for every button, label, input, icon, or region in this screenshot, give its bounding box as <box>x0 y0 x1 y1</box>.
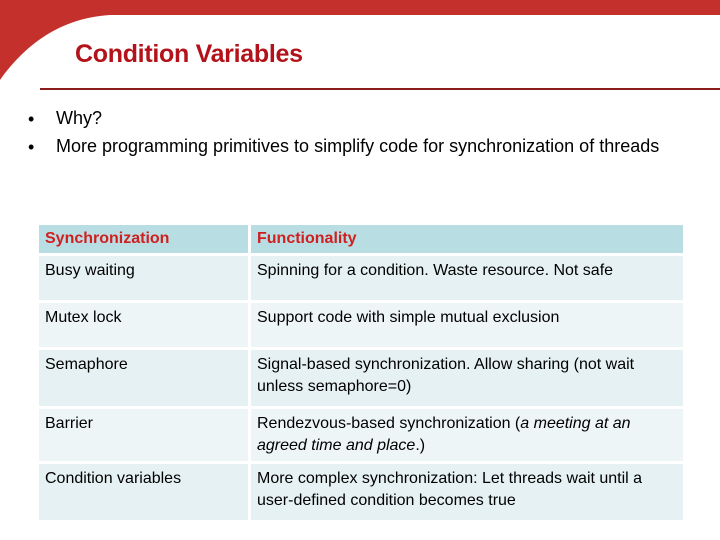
bullet-item: • Why? <box>28 106 708 130</box>
cell-name: Mutex lock <box>39 303 248 347</box>
cell-name: Barrier <box>39 409 248 461</box>
cell-desc: Signal-based synchronization. Allow shar… <box>251 350 683 406</box>
table-row: Condition variables More complex synchro… <box>39 464 683 520</box>
cell-desc: More complex synchronization: Let thread… <box>251 464 683 520</box>
column-header-functionality: Functionality <box>251 225 683 253</box>
cell-name: Condition variables <box>39 464 248 520</box>
cell-desc: Rendezvous-based synchronization (a meet… <box>251 409 683 461</box>
bullet-icon: • <box>28 109 35 129</box>
bullet-text: More programming primitives to simplify … <box>56 136 660 156</box>
table-row: Busy waiting Spinning for a condition. W… <box>39 256 683 300</box>
synchronization-table: Synchronization Functionality Busy waiti… <box>36 222 686 523</box>
bullet-list: • Why? • More programming primitives to … <box>28 106 708 158</box>
bullet-text: Why? <box>56 108 103 128</box>
table-row: Mutex lock Support code with simple mutu… <box>39 303 683 347</box>
cell-desc: Support code with simple mutual exclusio… <box>251 303 683 347</box>
table-row: Barrier Rendezvous-based synchronization… <box>39 409 683 461</box>
bullet-icon: • <box>28 137 35 157</box>
cell-desc: Spinning for a condition. Waste resource… <box>251 256 683 300</box>
bullet-item: • More programming primitives to simplif… <box>28 134 708 158</box>
cell-desc-text: Rendezvous-based synchronization ( <box>257 415 521 432</box>
table-row: Semaphore Signal-based synchronization. … <box>39 350 683 406</box>
slide-title: Condition Variables <box>75 40 303 68</box>
title-underline <box>40 88 720 90</box>
cell-name: Semaphore <box>39 350 248 406</box>
cell-desc-text-end: .) <box>415 437 426 454</box>
table-header-row: Synchronization Functionality <box>39 225 683 253</box>
cell-name: Busy waiting <box>39 256 248 300</box>
column-header-synchronization: Synchronization <box>39 225 248 253</box>
